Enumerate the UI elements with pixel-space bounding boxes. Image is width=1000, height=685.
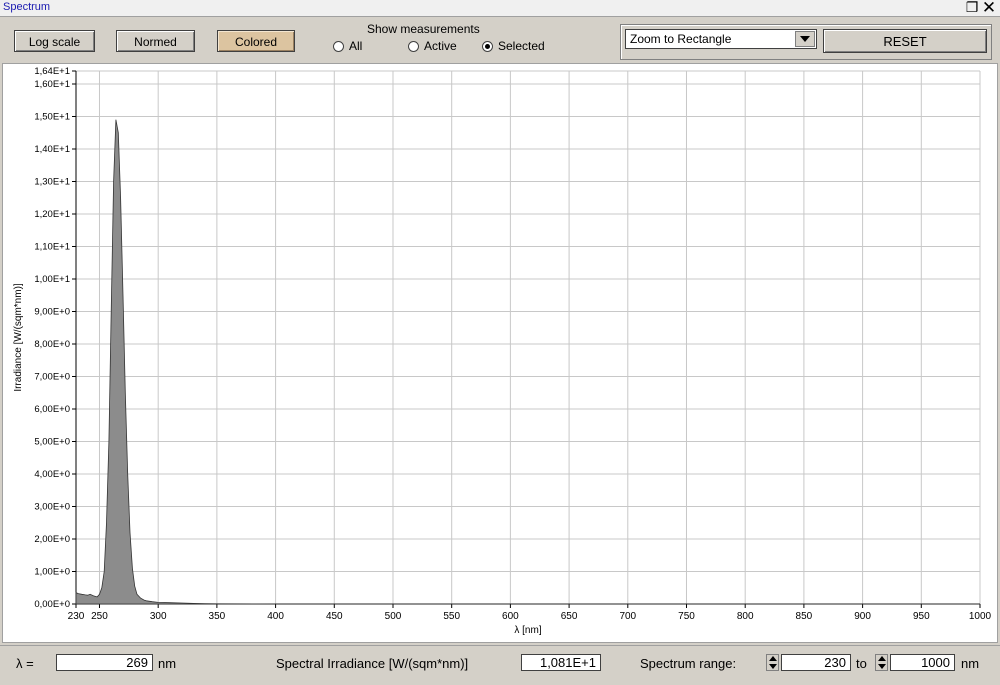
x-tick-label-600: 600	[502, 611, 519, 622]
y-tick-label-1,30E+1: 1,30E+1	[34, 177, 70, 188]
x-tick-label-700: 700	[619, 611, 636, 622]
y-tick-label-1,20E+1: 1,20E+1	[34, 209, 70, 220]
x-tick-label-900: 900	[854, 611, 871, 622]
x-tick-label-1000: 1000	[969, 611, 992, 622]
lambda-label: λ =	[16, 656, 34, 671]
range-to-stepper-icon[interactable]	[875, 654, 888, 671]
x-tick-label-400: 400	[267, 611, 284, 622]
x-tick-label-350: 350	[209, 611, 226, 622]
x-tick-label-500: 500	[385, 611, 402, 622]
x-tick-label-750: 750	[678, 611, 695, 622]
y-tick-label-7,00E+0: 7,00E+0	[34, 372, 70, 383]
x-tick-label-650: 650	[561, 611, 578, 622]
y-tick-label-8,00E+0: 8,00E+0	[34, 339, 70, 350]
x-tick-label-450: 450	[326, 611, 343, 622]
range-unit: nm	[961, 656, 980, 671]
range-to-label: to	[856, 656, 867, 671]
x-axis-label: λ [nm]	[514, 625, 541, 636]
series-area-0	[75, 119, 980, 605]
x-tick-label-550: 550	[443, 611, 460, 622]
y-tick-label-1,40E+1: 1,40E+1	[34, 144, 70, 155]
y-tick-label-1,10E+1: 1,10E+1	[34, 242, 70, 253]
y-tick-label-4,00E+0: 4,00E+0	[34, 469, 70, 480]
spectrum-range-label: Spectrum range:	[640, 656, 737, 671]
y-tick-label-1,00E+0: 1,00E+0	[34, 567, 70, 578]
spectrum-chart[interactable]: 230 250 300 350 400 450 500 550 600 650 700 750 800 8…	[0, 0, 1000, 685]
x-tick-label-800: 800	[737, 611, 754, 622]
y-tick-label-9,00E+0: 9,00E+0	[34, 307, 70, 318]
x-tick-label-230: 230	[68, 611, 85, 622]
y-tick-label-6,00E+0: 6,00E+0	[34, 404, 70, 415]
y-tick-label-3,00E+0: 3,00E+0	[34, 502, 70, 513]
lambda-unit: nm	[158, 656, 177, 671]
y-tick-label-2,00E+0: 2,00E+0	[34, 534, 70, 545]
y-tick-label-1,60E+1: 1,60E+1	[34, 79, 70, 90]
y-tick-label-1,64E+1: 1,64E+1	[34, 66, 70, 77]
range-from-stepper-icon[interactable]	[766, 654, 779, 671]
irradiance-field[interactable]: 1,081E+1	[521, 654, 601, 671]
irradiance-label: Spectral Irradiance [W/(sqm*nm)]	[276, 656, 469, 671]
x-tick-label-300: 300	[150, 611, 167, 622]
bottom-bar: λ = 269 nm Spectral Irradiance [W/(sqm*n…	[0, 645, 1000, 682]
y-tick-label-1,00E+1: 1,00E+1	[34, 274, 70, 285]
range-to-field[interactable]: 1000	[890, 654, 955, 671]
y-axis-label: Irradiance [W/(sqm*nm)]	[13, 283, 24, 392]
lambda-field[interactable]: 269	[56, 654, 153, 671]
y-tick-label-5,00E+0: 5,00E+0	[34, 437, 70, 448]
x-tick-label-850: 850	[796, 611, 813, 622]
y-tick-label-1,50E+1: 1,50E+1	[34, 112, 70, 123]
x-tick-label-250: 250	[91, 611, 108, 622]
range-from-field[interactable]: 230	[781, 654, 851, 671]
x-tick-label-950: 950	[913, 611, 930, 622]
y-tick-label-0,00E+0: 0,00E+0	[34, 599, 70, 610]
